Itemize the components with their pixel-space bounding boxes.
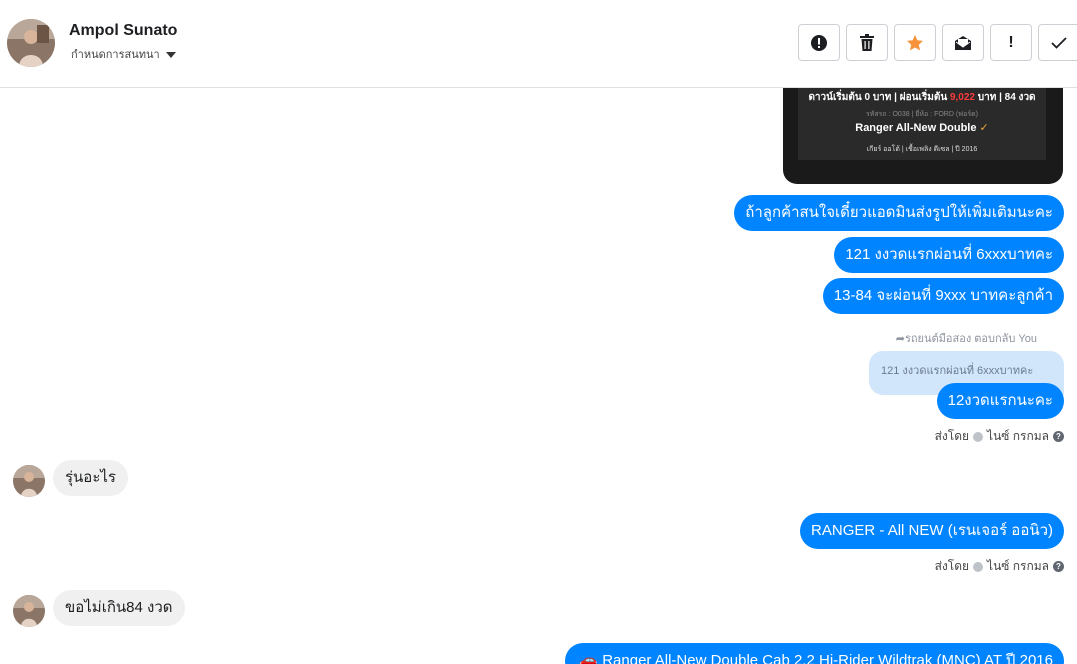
car-icon: 🚗: [579, 652, 603, 664]
mark-unread-button[interactable]: [942, 24, 984, 61]
check-icon: [1051, 36, 1067, 49]
star-button[interactable]: [894, 24, 936, 61]
delete-button[interactable]: [846, 24, 888, 61]
outgoing-message[interactable]: 121 งงวดแรกผ่อนที่ 6xxxบาทคะ: [834, 237, 1064, 273]
star-icon: [907, 34, 923, 50]
help-icon[interactable]: ?: [1053, 431, 1064, 442]
trash-icon: [860, 34, 874, 51]
outgoing-message[interactable]: 13-84 จะผ่อนที่ 9xxx บาทคะลูกค้า: [822, 278, 1064, 314]
contact-avatar-small[interactable]: [13, 465, 45, 497]
exclamation-icon: !: [1008, 33, 1014, 51]
sent-by-label: ส่งโดย: [934, 559, 970, 573]
reply-arrow-icon: ➦: [895, 333, 905, 345]
caret-down-icon: [165, 51, 176, 58]
sender-name: ไนซ์ กรกมล: [987, 429, 1049, 443]
sent-by-label: ส่งโดย: [934, 429, 970, 443]
outgoing-message[interactable]: 🚗 Ranger All-New Double Cab 2.2 Hi-Rider…: [565, 643, 1064, 664]
envelope-icon: [955, 35, 971, 50]
conversation-header: Ampol Sunato กำหนดการสนทนา !: [0, 0, 1077, 88]
verified-check-icon: ✓: [979, 122, 989, 134]
agent-avatar-icon: [973, 431, 984, 442]
outgoing-message[interactable]: 12งวดแรกนะคะ: [936, 383, 1064, 419]
contact-avatar-small[interactable]: [13, 595, 45, 627]
exclamation-circle-icon: [811, 34, 827, 51]
card-model-line: Ranger All-New Double ✓: [855, 122, 989, 134]
help-icon[interactable]: ?: [1053, 561, 1064, 572]
incoming-message[interactable]: รุ่นอะไร: [53, 460, 128, 496]
outgoing-message[interactable]: RANGER - All NEW (เรนเจอร์ ออนิว): [800, 513, 1064, 549]
important-button[interactable]: !: [990, 24, 1032, 61]
spam-button[interactable]: [798, 24, 840, 61]
card-price-line: ดาวน์เริ่มต้น 0 บาท | ผ่อนเริ่มต้น 9,022…: [808, 92, 1036, 103]
vehicle-card-image[interactable]: ดาวน์เริ่มต้น 0 บาท | ผ่อนเริ่มต้น 9,022…: [783, 88, 1063, 184]
sender-name: ไนซ์ กรกมล: [987, 559, 1049, 573]
incoming-message[interactable]: ขอไม่เกิน84 งวด: [53, 590, 185, 626]
outgoing-message[interactable]: ถ้าลูกค้าสนใจเดี๋ยวแอดมินส่งรูปให้เพิ่มเ…: [734, 195, 1064, 231]
assign-conversation-dropdown[interactable]: กำหนดการสนทนา: [71, 45, 176, 63]
card-spec-line: เกียร์ ออโต้ | เชื้อเพลิง ดีเซล | ปี 201…: [866, 146, 978, 153]
conversation-toolbar: !: [798, 24, 1077, 61]
sent-by-info: ส่งโดย ไนซ์ กรกมล ?: [935, 557, 1064, 576]
vehicle-card-inner: ดาวน์เริ่มต้น 0 บาท | ผ่อนเริ่มต้น 9,022…: [798, 88, 1046, 160]
reply-note: ➦รถยนต์มือสอง ตอบกลับ You: [895, 333, 1037, 345]
agent-avatar-icon: [973, 561, 984, 572]
message-thread[interactable]: ดาวน์เริ่มต้น 0 บาท | ผ่อนเริ่มต้น 9,022…: [0, 88, 1077, 664]
done-button[interactable]: [1038, 24, 1077, 61]
contact-name[interactable]: Ampol Sunato: [69, 22, 177, 40]
card-code-line: รหัสรถ : O038 | ยี่ห้อ : FORD (ฟอร์ด): [866, 111, 978, 118]
sent-by-info: ส่งโดย ไนซ์ กรกมล ?: [935, 427, 1064, 446]
assign-label: กำหนดการสนทนา: [71, 49, 160, 61]
contact-avatar[interactable]: [7, 19, 55, 67]
